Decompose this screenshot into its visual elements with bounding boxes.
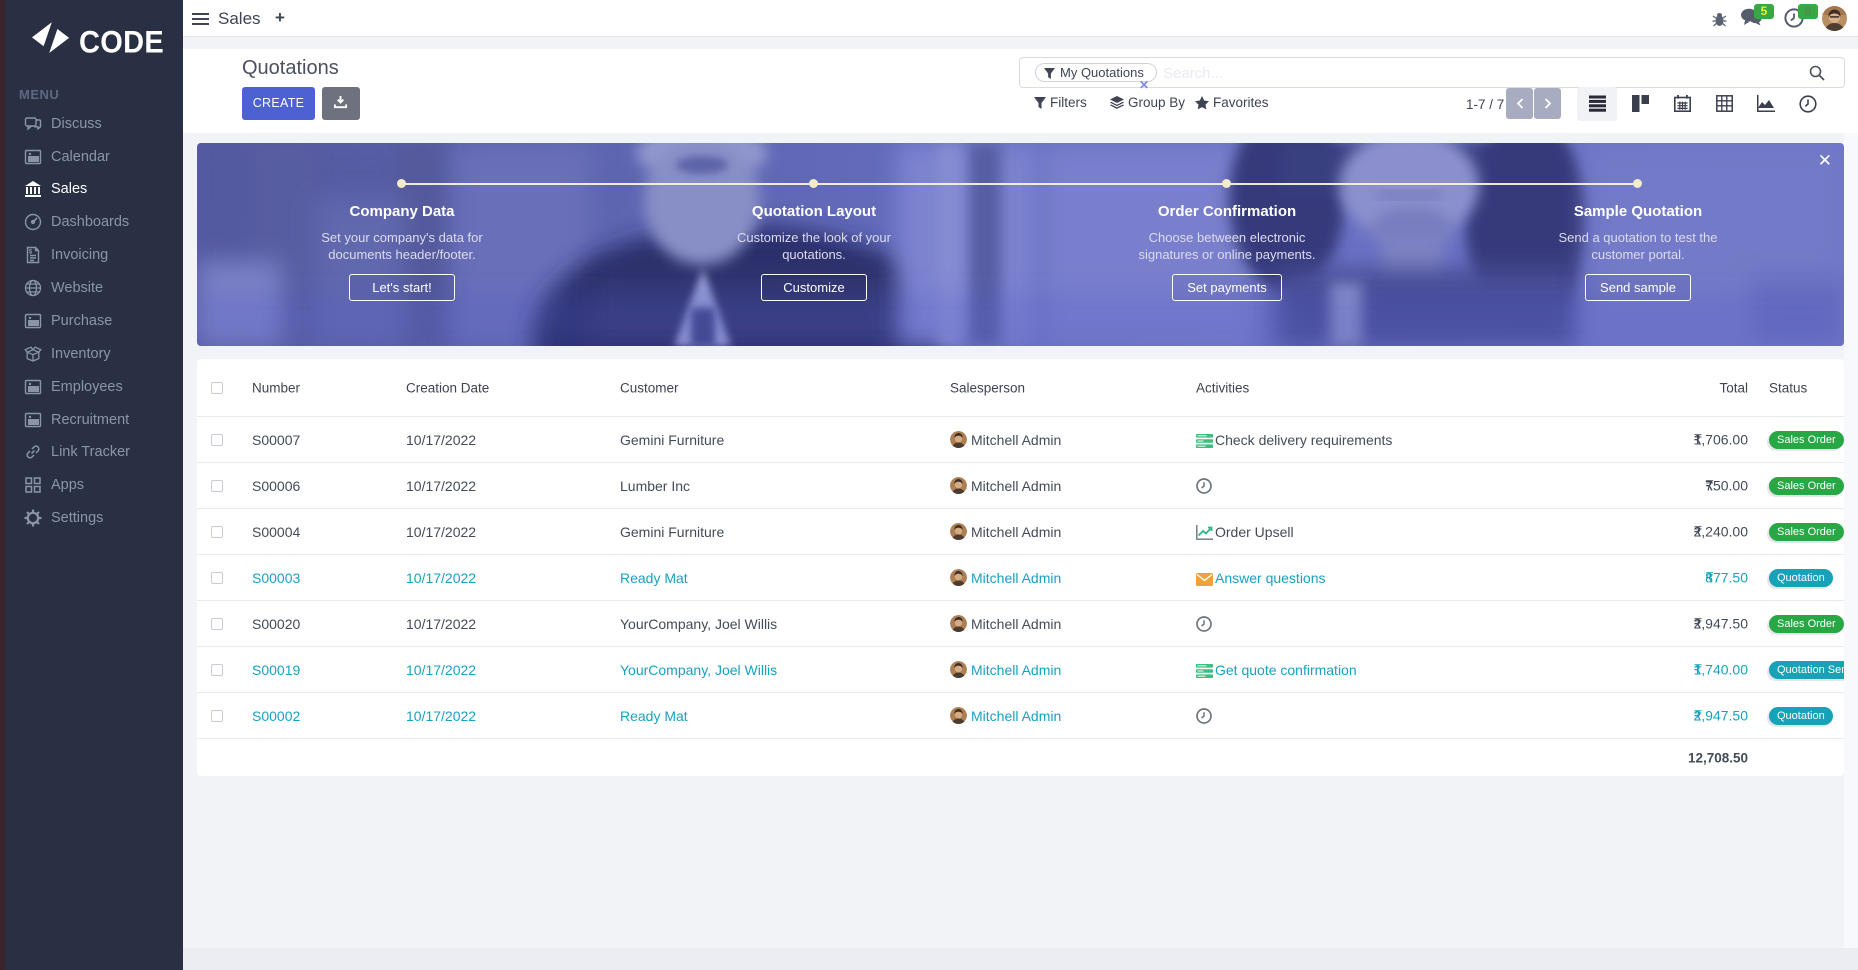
svg-text:$: $ (29, 248, 33, 255)
